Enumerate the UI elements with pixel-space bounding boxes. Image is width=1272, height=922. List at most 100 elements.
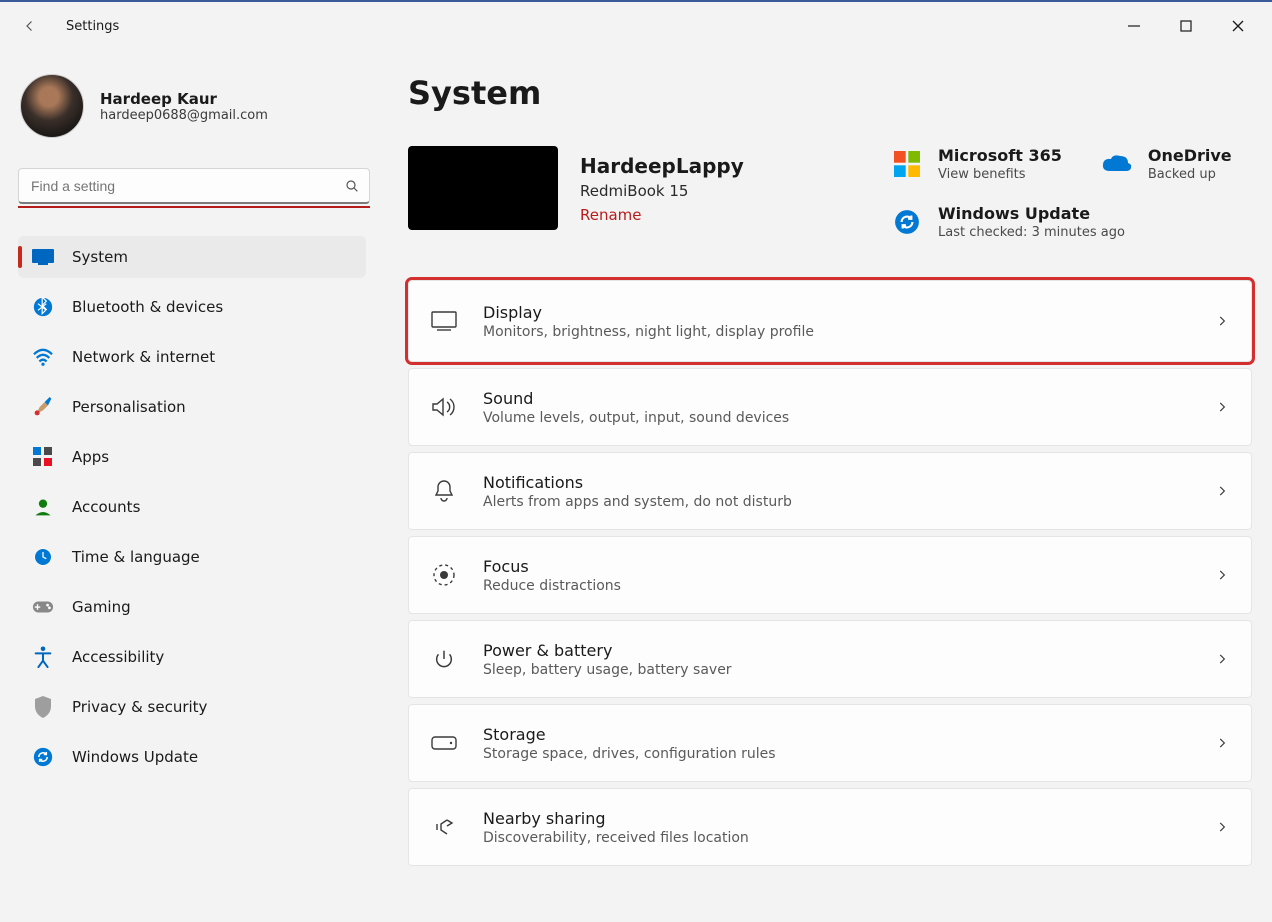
person-icon: [32, 496, 54, 518]
device-thumbnail: [408, 146, 558, 230]
card-power[interactable]: Power & battery Sleep, battery usage, ba…: [408, 620, 1252, 698]
update-icon: [32, 746, 54, 768]
sidebar-item-label: Time & language: [72, 548, 200, 566]
sidebar-item-label: Network & internet: [72, 348, 215, 366]
sidebar-item-label: Windows Update: [72, 748, 198, 766]
card-title: Notifications: [483, 473, 792, 492]
chevron-right-icon: [1215, 400, 1229, 414]
sidebar-item-network[interactable]: Network & internet: [18, 336, 366, 378]
accessibility-icon: [32, 646, 54, 668]
chevron-right-icon: [1215, 568, 1229, 582]
service-sub: Last checked: 3 minutes ago: [938, 225, 1125, 240]
card-title: Focus: [483, 557, 621, 576]
search-icon[interactable]: [344, 178, 360, 194]
onedrive-link[interactable]: OneDrive Backed up: [1102, 146, 1232, 182]
card-sound[interactable]: Sound Volume levels, output, input, soun…: [408, 368, 1252, 446]
sidebar-item-label: Accessibility: [72, 648, 164, 666]
sidebar-item-accessibility[interactable]: Accessibility: [18, 636, 366, 678]
back-button[interactable]: [18, 14, 42, 38]
sidebar-item-accounts[interactable]: Accounts: [18, 486, 366, 528]
maximize-button[interactable]: [1174, 14, 1198, 38]
titlebar: Settings: [0, 2, 1272, 50]
avatar: [20, 74, 84, 138]
chevron-right-icon: [1215, 652, 1229, 666]
device-name: HardeepLappy: [580, 154, 744, 178]
share-icon: [431, 814, 457, 840]
storage-icon: [431, 730, 457, 756]
focus-icon: [431, 562, 457, 588]
gamepad-icon: [32, 596, 54, 618]
paintbrush-icon: [32, 396, 54, 418]
card-notifications[interactable]: Notifications Alerts from apps and syste…: [408, 452, 1252, 530]
microsoft-365-icon: [892, 149, 922, 179]
sidebar-item-bluetooth[interactable]: Bluetooth & devices: [18, 286, 366, 328]
card-display[interactable]: Display Monitors, brightness, night ligh…: [408, 280, 1252, 362]
chevron-right-icon: [1215, 484, 1229, 498]
card-nearby-sharing[interactable]: Nearby sharing Discoverability, received…: [408, 788, 1252, 866]
shield-icon: [32, 696, 54, 718]
card-sub: Storage space, drives, configuration rul…: [483, 746, 776, 762]
card-title: Power & battery: [483, 641, 732, 660]
system-icon: [32, 246, 54, 268]
card-title: Nearby sharing: [483, 809, 749, 828]
wifi-icon: [32, 346, 54, 368]
device-section: HardeepLappy RedmiBook 15 Rename Microso…: [408, 146, 1252, 240]
service-sub: Backed up: [1148, 167, 1232, 182]
nav-list: System Bluetooth & devices Network & int…: [18, 236, 370, 786]
card-title: Storage: [483, 725, 776, 744]
sidebar-item-apps[interactable]: Apps: [18, 436, 366, 478]
sidebar-item-label: Accounts: [72, 498, 140, 516]
page-title: System: [408, 74, 1252, 112]
minimize-button[interactable]: [1122, 14, 1146, 38]
user-email: hardeep0688@gmail.com: [100, 108, 268, 123]
card-sub: Sleep, battery usage, battery saver: [483, 662, 732, 678]
app-title: Settings: [66, 19, 119, 34]
microsoft-365-link[interactable]: Microsoft 365 View benefits: [892, 146, 1062, 182]
card-title: Display: [483, 303, 814, 322]
clock-globe-icon: [32, 546, 54, 568]
bell-icon: [431, 478, 457, 504]
device-model: RedmiBook 15: [580, 182, 744, 200]
onedrive-icon: [1102, 149, 1132, 179]
windows-update-link[interactable]: Windows Update Last checked: 3 minutes a…: [892, 204, 1248, 240]
close-button[interactable]: [1226, 14, 1250, 38]
rename-link[interactable]: Rename: [580, 206, 744, 224]
card-sub: Alerts from apps and system, do not dist…: [483, 494, 792, 510]
sidebar-item-label: Privacy & security: [72, 698, 207, 716]
window-controls: [1122, 14, 1264, 38]
service-links: Microsoft 365 View benefits OneDrive Bac…: [892, 146, 1252, 240]
sound-icon: [431, 394, 457, 420]
search-underline: [18, 206, 370, 208]
power-icon: [431, 646, 457, 672]
sidebar-item-label: Personalisation: [72, 398, 186, 416]
sidebar-item-personalisation[interactable]: Personalisation: [18, 386, 366, 428]
sidebar-item-label: Bluetooth & devices: [72, 298, 223, 316]
service-title: Windows Update: [938, 204, 1125, 223]
main-content: System HardeepLappy RedmiBook 15 Rename …: [370, 50, 1272, 922]
chevron-right-icon: [1215, 820, 1229, 834]
windows-update-icon: [892, 207, 922, 237]
sidebar-item-gaming[interactable]: Gaming: [18, 586, 366, 628]
bluetooth-icon: [32, 296, 54, 318]
chevron-right-icon: [1215, 314, 1229, 328]
sidebar-item-system[interactable]: System: [18, 236, 366, 278]
search-input[interactable]: [18, 168, 370, 204]
card-sub: Monitors, brightness, night light, displ…: [483, 324, 814, 340]
service-title: Microsoft 365: [938, 146, 1062, 165]
user-name: Hardeep Kaur: [100, 90, 268, 108]
display-icon: [431, 308, 457, 334]
sidebar-item-update[interactable]: Windows Update: [18, 736, 366, 778]
sidebar: Hardeep Kaur hardeep0688@gmail.com Syste…: [0, 50, 370, 922]
user-account[interactable]: Hardeep Kaur hardeep0688@gmail.com: [18, 68, 370, 156]
card-focus[interactable]: Focus Reduce distractions: [408, 536, 1252, 614]
card-sub: Reduce distractions: [483, 578, 621, 594]
sidebar-item-privacy[interactable]: Privacy & security: [18, 686, 366, 728]
sidebar-item-time[interactable]: Time & language: [18, 536, 366, 578]
settings-card-list: Display Monitors, brightness, night ligh…: [408, 280, 1252, 866]
service-sub: View benefits: [938, 167, 1062, 182]
sidebar-item-label: Gaming: [72, 598, 131, 616]
card-title: Sound: [483, 389, 789, 408]
card-sub: Discoverability, received files location: [483, 830, 749, 846]
service-title: OneDrive: [1148, 146, 1232, 165]
card-storage[interactable]: Storage Storage space, drives, configura…: [408, 704, 1252, 782]
